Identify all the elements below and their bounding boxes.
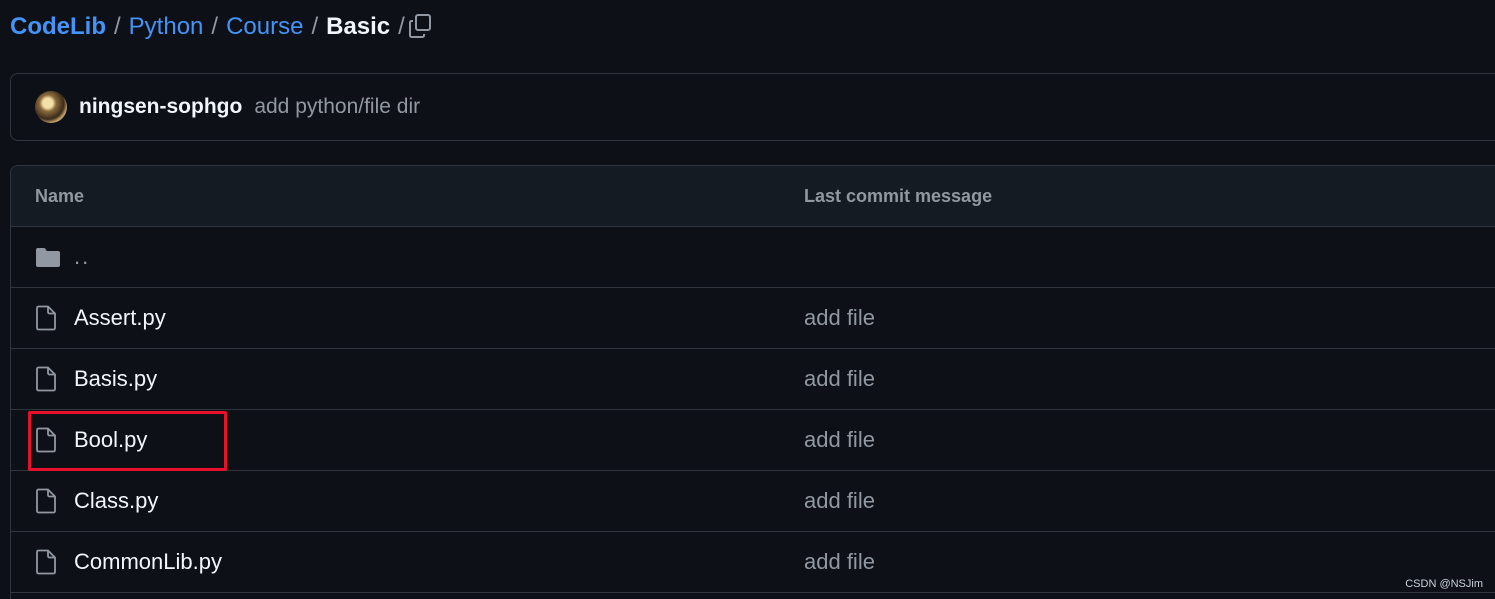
latest-commit-bar: ningsen-sophgo add python/file dir	[10, 73, 1495, 141]
column-header-commit-message: Last commit message	[804, 185, 993, 206]
column-header-name: Name	[35, 185, 85, 206]
file-icon	[35, 305, 57, 331]
copy-icon	[409, 14, 431, 38]
file-name-link[interactable]: Class.py	[74, 488, 158, 514]
breadcrumb: CodeLib / Python / Course / Basic /	[10, 10, 413, 44]
file-row[interactable]: Assert.py add file	[11, 288, 1495, 349]
breadcrumb-separator: /	[311, 13, 319, 40]
parent-directory-label: ..	[74, 244, 91, 269]
breadcrumb-course-link[interactable]: Course	[226, 13, 303, 41]
file-name-link[interactable]: Assert.py	[74, 305, 166, 331]
file-commit-message[interactable]: add file	[804, 305, 875, 331]
watermark: CSDN @NSJim	[1405, 578, 1483, 590]
breadcrumb-separator: /	[398, 13, 405, 40]
file-icon	[35, 488, 57, 514]
file-row[interactable]: CommonLib.py add file	[11, 532, 1495, 593]
file-commit-message[interactable]: add file	[804, 427, 875, 453]
parent-directory-row[interactable]: ..	[11, 227, 1495, 288]
breadcrumb-separator: /	[114, 13, 121, 40]
file-icon	[35, 427, 57, 453]
avatar[interactable]	[35, 91, 67, 123]
file-table: Name Last commit message .. Assert.py ad…	[10, 165, 1495, 599]
file-commit-message[interactable]: add file	[804, 488, 875, 514]
file-name-link[interactable]: Bool.py	[74, 427, 147, 453]
repo-file-browser: CodeLib / Python / Course / Basic / ning…	[0, 0, 1495, 599]
breadcrumb-separator: /	[211, 13, 219, 40]
file-icon	[35, 549, 57, 575]
breadcrumb-current: Basic	[326, 13, 391, 40]
breadcrumb-repo-link[interactable]: CodeLib	[10, 13, 106, 41]
file-name-link[interactable]: CommonLib.py	[74, 549, 222, 575]
file-name-link[interactable]: Basis.py	[74, 366, 157, 392]
folder-icon	[35, 246, 61, 268]
file-commit-message[interactable]: add file	[804, 549, 875, 575]
copy-path-button[interactable]	[405, 11, 435, 41]
table-header: Name Last commit message	[11, 166, 1495, 227]
file-row[interactable]: Class.py add file	[11, 471, 1495, 532]
file-row[interactable]: Basis.py add file	[11, 349, 1495, 410]
commit-message[interactable]: add python/file dir	[254, 95, 420, 119]
file-row[interactable]: Bool.py add file	[11, 410, 1495, 471]
file-commit-message[interactable]: add file	[804, 366, 875, 392]
file-icon	[35, 366, 57, 392]
commit-author[interactable]: ningsen-sophgo	[79, 95, 242, 119]
breadcrumb-python-link[interactable]: Python	[129, 13, 204, 41]
